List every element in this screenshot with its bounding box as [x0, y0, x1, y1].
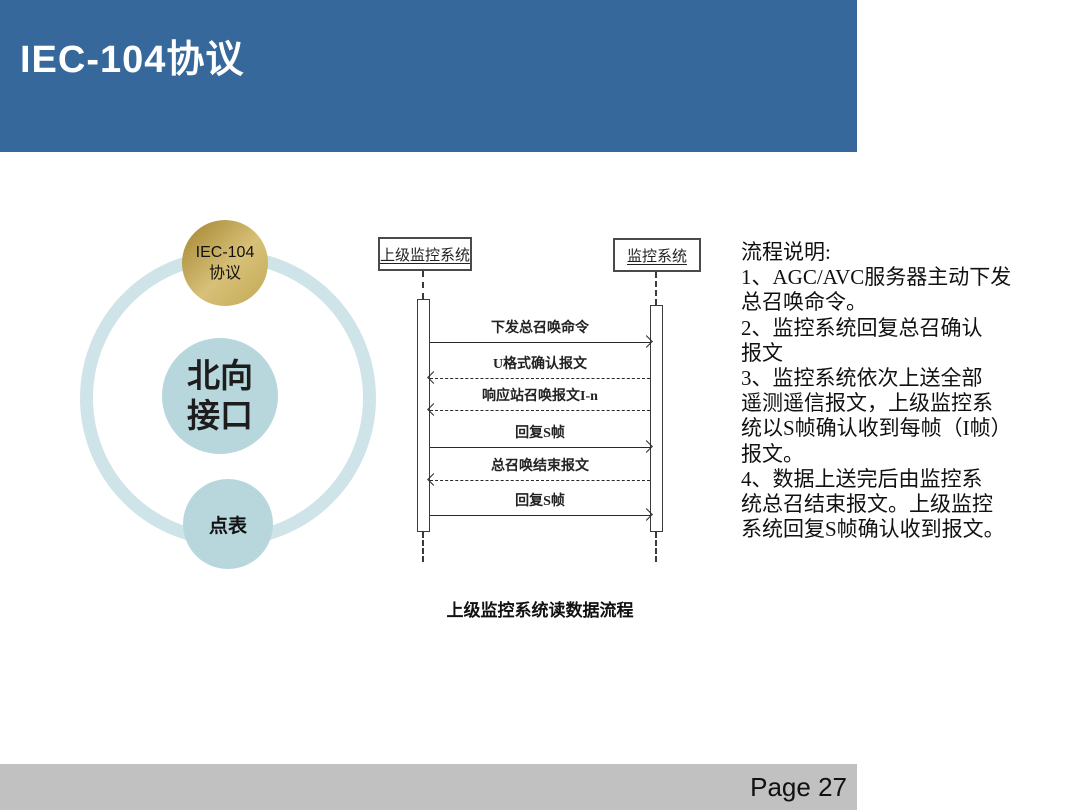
page-title: IEC-104协议: [20, 28, 244, 83]
lifeline-right-top: [655, 272, 657, 305]
message-label: 总召唤结束报文: [370, 455, 710, 475]
notes-line: 1、AGC/AVC服务器主动下发: [741, 265, 1041, 290]
message-arrow-left: [430, 378, 650, 379]
notes-line: 系统回复S帧确认收到报文。: [741, 517, 1041, 542]
slide-header: IEC-104协议: [0, 0, 857, 152]
badge-line2: 协议: [209, 263, 241, 284]
badge-line1: IEC-104: [196, 242, 255, 263]
slide-footer: Page 27: [0, 764, 857, 810]
page-number: Page 27: [750, 772, 847, 803]
notes-line: 统以S帧确认收到每帧（I帧）: [741, 416, 1041, 441]
actor-label: 监控系统: [627, 245, 687, 266]
actor-superior-monitoring-system: 上级监控系统: [378, 237, 472, 271]
point-table-badge: 点表: [183, 479, 273, 569]
message-label: 下发总召唤命令: [370, 317, 710, 337]
actor-monitoring-system: 监控系统: [613, 238, 701, 272]
lifeline-right-bottom: [655, 532, 657, 562]
message-arrow-left: [430, 480, 650, 481]
message-arrow-right: [430, 342, 650, 343]
lifeline-left-bottom: [422, 532, 424, 562]
message-arrow-left: [430, 410, 650, 411]
notes-line: 遥测遥信报文，上级监控系: [741, 391, 1041, 416]
message-label: U格式确认报文: [370, 353, 710, 373]
notes-line: 报文: [741, 341, 1041, 366]
center-line2: 接口: [187, 396, 253, 436]
diagram-caption: 上级监控系统读数据流程: [400, 596, 680, 621]
notes-panel: 流程说明: 1、AGC/AVC服务器主动下发 总召唤命令。 2、监控系统回复总召…: [741, 240, 1041, 542]
notes-line: 统总召结束报文。上级监控: [741, 492, 1041, 517]
northbound-interface-circle: 北向 接口: [162, 338, 278, 454]
lifeline-left-top: [422, 271, 424, 299]
notes-line: 2、监控系统回复总召确认: [741, 316, 1041, 341]
iec104-protocol-badge: IEC-104 协议: [182, 220, 268, 306]
notes-heading: 流程说明:: [741, 240, 1041, 265]
notes-line: 报文。: [741, 442, 1041, 467]
notes-line: 总召唤命令。: [741, 290, 1041, 315]
notes-line: 3、监控系统依次上送全部: [741, 366, 1041, 391]
notes-line: 4、数据上送完后由监控系: [741, 467, 1041, 492]
message-label: 回复S帧: [370, 490, 710, 510]
point-table-label: 点表: [209, 511, 247, 538]
message-label: 响应站召唤报文I-n: [370, 385, 710, 405]
center-line1: 北向: [187, 356, 253, 396]
message-arrow-right: [430, 515, 650, 516]
actor-label: 上级监控系统: [380, 244, 470, 265]
message-arrow-right: [430, 447, 650, 448]
message-label: 回复S帧: [370, 422, 710, 442]
slide: IEC-104协议 IEC-104 协议 北向 接口 点表 上级监控系统 监控系…: [0, 0, 1080, 810]
